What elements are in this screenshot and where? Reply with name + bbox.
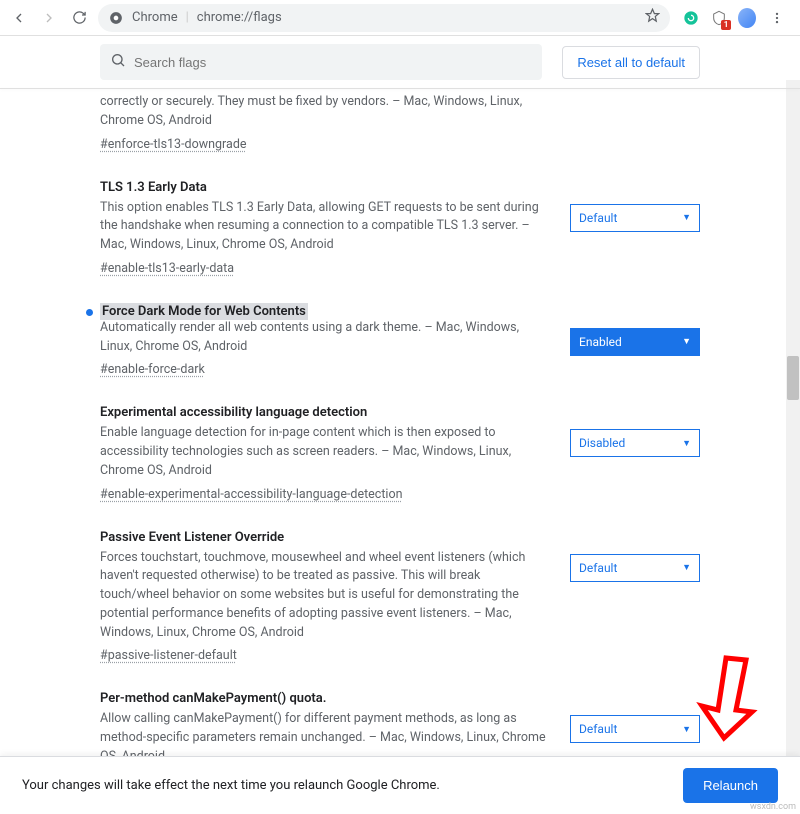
flag-textblock: Passive Event Listener Override Forces to… <box>100 530 550 664</box>
address-bar[interactable]: Chrome | chrome://flags <box>98 4 670 32</box>
flag-textblock: Experimental accessibility language dete… <box>100 405 550 501</box>
search-flags-field[interactable] <box>100 44 542 80</box>
chevron-down-icon: ▼ <box>682 724 691 735</box>
search-icon <box>110 52 126 72</box>
flag-anchor-link[interactable]: #enable-tls13-early-data <box>100 261 550 276</box>
relaunch-bar: Your changes will take effect the next t… <box>0 756 800 814</box>
flag-anchor-link[interactable]: #passive-listener-default <box>100 648 550 663</box>
flag-description: Automatically render all web contents us… <box>100 319 550 357</box>
flag-control: Default ▼ <box>570 691 700 743</box>
chevron-down-icon: ▼ <box>682 212 691 223</box>
omnibox-separator: | <box>186 10 189 25</box>
flag-state-select[interactable]: Default ▼ <box>570 204 700 232</box>
chevron-down-icon: ▼ <box>682 438 691 449</box>
select-value: Enabled <box>579 335 622 349</box>
flag-control: Default ▼ <box>570 180 700 232</box>
relaunch-button[interactable]: Relaunch <box>683 768 778 803</box>
flag-control: Disabled ▼ <box>570 405 700 457</box>
flag-state-select[interactable]: Default ▼ <box>570 715 700 743</box>
flag-description: Enable language detection for in-page co… <box>100 424 550 480</box>
flag-title: TLS 1.3 Early Data <box>100 180 550 195</box>
relaunch-message: Your changes will take effect the next t… <box>22 778 440 793</box>
select-value: Disabled <box>579 436 625 450</box>
reload-button[interactable] <box>68 7 90 29</box>
flag-title: Per-method canMakePayment() quota. <box>100 691 550 706</box>
browser-toolbar: Chrome | chrome://flags 1 <box>0 0 800 36</box>
extension-grammarly-icon[interactable] <box>682 9 700 27</box>
flags-list: correctly or securely. They must be fixe… <box>0 89 800 814</box>
watermark-text: wsxdn.com <box>750 802 796 812</box>
profile-avatar[interactable] <box>738 9 756 27</box>
flag-state-select[interactable]: Enabled ▼ <box>570 328 700 356</box>
search-input[interactable] <box>134 55 532 70</box>
browser-menu-icon[interactable] <box>766 7 788 29</box>
flag-anchor-link[interactable]: #enable-force-dark <box>100 362 550 377</box>
extensions-area: 1 <box>678 7 792 29</box>
flag-description: This option enables TLS 1.3 Early Data, … <box>100 199 550 255</box>
flag-description: Forces touchstart, touchmove, mousewheel… <box>100 549 550 643</box>
flag-row: correctly or securely. They must be fixe… <box>100 89 700 152</box>
forward-button[interactable] <box>38 7 60 29</box>
chevron-down-icon: ▼ <box>682 562 691 573</box>
flag-textblock: Force Dark Mode for Web ContentsAutomati… <box>100 304 550 378</box>
flag-anchor-link[interactable]: #enable-experimental-accessibility-langu… <box>100 487 550 502</box>
flag-textblock: TLS 1.3 Early Data This option enables TL… <box>100 180 550 276</box>
flag-row: TLS 1.3 Early Data This option enables TL… <box>100 152 700 276</box>
flag-control: Default ▼ <box>570 530 700 582</box>
flag-row: Force Dark Mode for Web ContentsAutomati… <box>100 276 700 378</box>
extension-adblock-icon[interactable]: 1 <box>710 9 728 27</box>
chevron-down-icon: ▼ <box>682 336 691 347</box>
flag-control: Enabled ▼ <box>570 304 700 356</box>
flag-state-select[interactable]: Default ▼ <box>570 554 700 582</box>
back-button[interactable] <box>8 7 30 29</box>
flags-header: Reset all to default <box>0 36 800 80</box>
omnibox-url: chrome://flags <box>197 10 282 25</box>
select-value: Default <box>579 561 617 575</box>
flag-anchor-link[interactable]: #enforce-tls13-downgrade <box>100 137 550 152</box>
flag-row: Passive Event Listener Override Forces to… <box>100 502 700 664</box>
page-content: Reset all to default correctly or secure… <box>0 36 800 814</box>
extension-badge: 1 <box>721 20 731 30</box>
reset-all-button[interactable]: Reset all to default <box>562 46 700 79</box>
flag-title: Experimental accessibility language dete… <box>100 405 550 420</box>
omnibox-label: Chrome <box>132 10 178 25</box>
flag-title: Passive Event Listener Override <box>100 530 550 545</box>
flag-row: Experimental accessibility language dete… <box>100 377 700 501</box>
flag-state-select[interactable]: Disabled ▼ <box>570 429 700 457</box>
select-value: Default <box>579 722 617 736</box>
site-info-icon[interactable] <box>108 10 124 26</box>
select-value: Default <box>579 211 617 225</box>
modified-dot-icon <box>86 309 93 316</box>
flag-description: correctly or securely. They must be fixe… <box>100 93 550 131</box>
flag-textblock: correctly or securely. They must be fixe… <box>100 93 550 152</box>
flag-title: Force Dark Mode for Web Contents <box>100 304 550 319</box>
bookmark-star-icon[interactable] <box>645 8 660 27</box>
